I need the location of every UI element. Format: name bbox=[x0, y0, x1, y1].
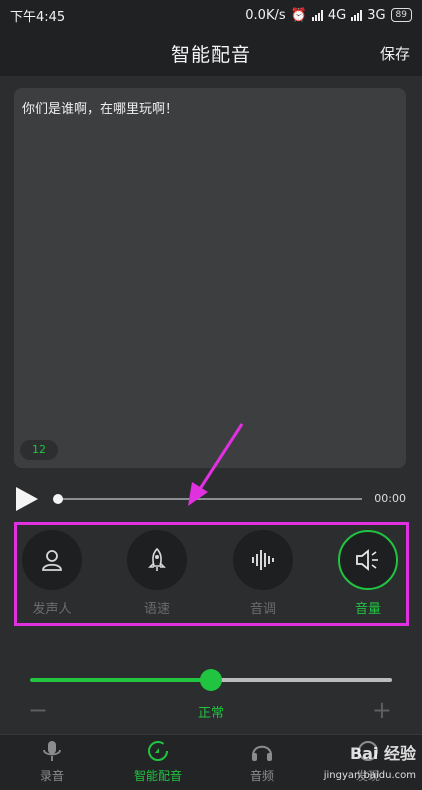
smart-dub-icon bbox=[148, 741, 168, 761]
waveform-icon bbox=[252, 550, 274, 570]
option-speed[interactable]: 语速 bbox=[117, 530, 197, 617]
text-input-card[interactable]: 你们是谁啊，在哪里玩啊！ 12 bbox=[14, 88, 406, 468]
page-title: 智能配音 bbox=[170, 43, 251, 66]
increase-button[interactable]: + bbox=[372, 698, 392, 722]
option-label-speed: 语速 bbox=[143, 602, 170, 617]
option-volume[interactable]: 音量 bbox=[328, 530, 408, 617]
save-button[interactable]: 保存 bbox=[380, 43, 410, 64]
slider-knob[interactable] bbox=[200, 669, 222, 691]
slider-level-label: 正常 bbox=[197, 706, 224, 721]
tab-label-record: 录音 bbox=[39, 769, 64, 783]
option-label-pitch: 音调 bbox=[249, 602, 276, 617]
signal-4g-icon bbox=[311, 9, 323, 21]
tab-label-audio: 音频 bbox=[249, 769, 274, 783]
tab-smart-dub[interactable]: 智能配音 bbox=[106, 739, 210, 784]
signal-3g-label: 3G bbox=[367, 7, 386, 23]
dub-text[interactable]: 你们是谁啊，在哪里玩啊！ bbox=[22, 98, 398, 117]
network-speed: 0.0K/s bbox=[245, 7, 286, 23]
progress-knob[interactable] bbox=[53, 494, 63, 504]
signal-3g-icon bbox=[351, 9, 363, 21]
battery-icon: 89 bbox=[390, 8, 412, 22]
play-icon[interactable] bbox=[12, 485, 40, 513]
speaker-icon bbox=[356, 549, 378, 571]
option-speaker-voice[interactable]: 发声人 bbox=[12, 530, 92, 617]
person-icon bbox=[42, 550, 62, 571]
volume-slider[interactable]: 正常 − + bbox=[0, 638, 422, 734]
option-label-speaker: 发声人 bbox=[32, 602, 72, 617]
tab-label-smart-dub: 智能配音 bbox=[133, 769, 182, 783]
status-bar: 下午4:45 0.0K/s ⏰ 4G 3G 89 bbox=[0, 0, 422, 30]
tab-audio[interactable]: 音频 bbox=[210, 739, 314, 784]
status-time: 下午4:45 bbox=[10, 9, 66, 25]
alarm-icon: ⏰ bbox=[290, 7, 307, 23]
microphone-icon bbox=[43, 741, 61, 761]
signal-4g-label: 4G bbox=[327, 7, 347, 23]
option-label-volume: 音量 bbox=[354, 602, 381, 617]
slider-filled-track[interactable] bbox=[30, 678, 211, 682]
slider-empty-track[interactable] bbox=[211, 678, 392, 682]
baidu-watermark: Bai 经验 jingyan.baidu.com bbox=[304, 740, 416, 786]
annotation-arrow bbox=[188, 423, 244, 506]
play-time: 00:00 bbox=[374, 492, 406, 505]
app-header: 智能配音 保存 bbox=[0, 30, 422, 76]
option-pitch[interactable]: 音调 bbox=[223, 530, 303, 617]
decrease-button[interactable]: − bbox=[28, 698, 48, 722]
watermark-url: jingyan.baidu.com bbox=[323, 770, 416, 781]
headphones-icon bbox=[252, 745, 272, 761]
voice-options: 发声人 语速 音调 音量 bbox=[18, 530, 404, 622]
tab-record[interactable]: 录音 bbox=[0, 739, 104, 784]
watermark-logo: Bai 经验 bbox=[349, 744, 416, 763]
rocket-icon bbox=[148, 547, 166, 571]
char-count-badge: 12 bbox=[20, 440, 58, 460]
